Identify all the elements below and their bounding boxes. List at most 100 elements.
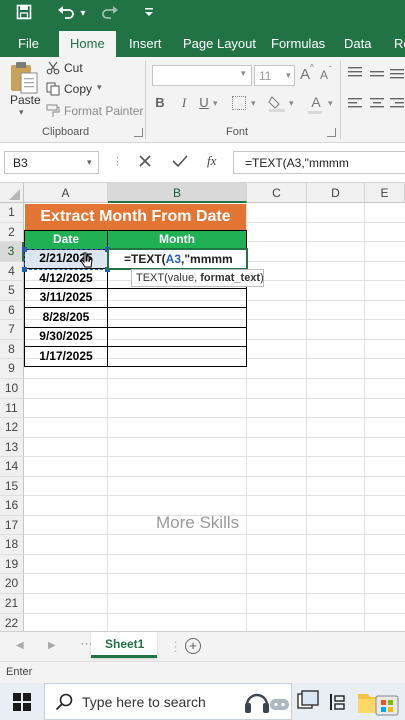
tab-insert[interactable]: Insert	[129, 35, 162, 52]
font-color-dropdown-icon[interactable]: ▾	[328, 98, 333, 109]
cut-button[interactable]: Cut	[64, 61, 83, 75]
row-header[interactable]: 12	[0, 418, 24, 438]
copy-button[interactable]: Copy	[64, 82, 92, 96]
gridline	[24, 397, 405, 399]
font-color-icon[interactable]: A	[308, 94, 324, 112]
tab-data[interactable]: Data	[344, 35, 371, 52]
grow-font-caret-icon: ^	[310, 63, 314, 72]
tab-review[interactable]: Re	[394, 35, 405, 52]
title-bar: ▾	[0, 0, 405, 30]
select-all-corner[interactable]	[0, 183, 24, 203]
next-sheet-icon[interactable]: ▶	[48, 640, 56, 651]
gridline	[24, 436, 405, 438]
clipboard-icon[interactable]	[8, 61, 40, 95]
save-icon[interactable]	[12, 4, 36, 26]
gridline	[24, 417, 405, 419]
insert-function-button[interactable]: fx	[207, 153, 216, 169]
row-header[interactable]: 13	[0, 437, 24, 458]
row-header[interactable]: 7	[0, 320, 24, 340]
undo-icon[interactable]	[54, 4, 78, 26]
row-header[interactable]: 17	[0, 515, 24, 536]
row-header[interactable]: 21	[0, 594, 24, 614]
tab-home[interactable]: Home	[59, 31, 116, 57]
paste-dropdown-icon[interactable]: ▾	[19, 107, 24, 118]
row-header[interactable]: 6	[0, 300, 24, 321]
align-middle-icon[interactable]	[370, 68, 384, 80]
row-header[interactable]: 15	[0, 476, 24, 497]
align-left-icon[interactable]	[348, 97, 362, 109]
row-header[interactable]: 9	[0, 359, 24, 379]
align-top-icon[interactable]	[348, 66, 362, 78]
formula-input[interactable]: =TEXT(A3,"mmmm	[233, 151, 405, 174]
row-header[interactable]: 5	[0, 281, 24, 301]
font-name-dropdown-icon[interactable]: ▾	[241, 68, 246, 79]
redo-icon[interactable]	[98, 4, 122, 26]
sheet-tab-label: Sheet1	[105, 637, 145, 651]
column-header-e[interactable]: E	[365, 183, 405, 203]
column-header-c[interactable]: C	[247, 183, 307, 203]
active-cell-b3[interactable]: =TEXT(A3,"mmmm	[107, 248, 248, 270]
row-header[interactable]: 11	[0, 398, 24, 419]
column-header-d[interactable]: D	[307, 183, 365, 203]
grow-font-button[interactable]: A	[300, 66, 310, 83]
row-header[interactable]: 1	[0, 203, 24, 223]
row-header[interactable]: 2	[0, 222, 24, 243]
borders-icon[interactable]	[232, 96, 246, 110]
row-header[interactable]: 19	[0, 554, 24, 575]
reference-handle[interactable]	[22, 267, 27, 272]
tab-page-layout[interactable]: Page Layout	[183, 35, 256, 52]
taskbar-search-box[interactable]: Type here to search	[44, 683, 292, 720]
task-view-icon[interactable]	[296, 690, 322, 712]
shrink-font-button[interactable]: A	[320, 68, 328, 82]
fill-color-dropdown-icon[interactable]: ▾	[289, 98, 294, 109]
tab-formulas[interactable]: Formulas	[271, 35, 325, 52]
font-launcher-icon[interactable]	[327, 128, 336, 137]
windows-start-icon[interactable]	[13, 693, 31, 711]
row-header[interactable]: 18	[0, 535, 24, 555]
reference-handle[interactable]	[22, 247, 27, 252]
row-header[interactable]: 4	[0, 261, 24, 282]
status-mode: Enter	[6, 666, 33, 678]
align-right-icon[interactable]	[390, 97, 404, 109]
column-header-a[interactable]: A	[24, 183, 108, 203]
prev-sheet-icon[interactable]: ◀	[16, 640, 24, 651]
shrink-font-caret-icon: ˇ	[329, 65, 332, 74]
underline-dropdown-icon[interactable]: ▾	[213, 98, 218, 109]
italic-button[interactable]: I	[176, 95, 192, 111]
row-header[interactable]: 10	[0, 378, 24, 399]
table-border	[24, 327, 247, 328]
align-bottom-icon[interactable]	[390, 66, 404, 79]
row-header[interactable]: 3	[0, 242, 24, 262]
fill-color-icon[interactable]	[268, 94, 286, 112]
gaming-headset-icon[interactable]	[243, 687, 291, 717]
align-center-icon[interactable]	[370, 97, 384, 109]
tab-file[interactable]: File	[18, 35, 39, 52]
cancel-icon[interactable]	[138, 154, 154, 170]
row-header[interactable]: 16	[0, 496, 24, 516]
font-size-select[interactable]: 11 ▾	[254, 65, 295, 86]
bold-button[interactable]: B	[152, 95, 168, 110]
undo-dropdown-icon[interactable]: ▾	[76, 4, 90, 24]
column-header-b[interactable]: B	[108, 183, 247, 203]
underline-button[interactable]: U	[196, 95, 212, 110]
borders-dropdown-icon[interactable]: ▾	[251, 98, 256, 109]
paste-button[interactable]: Paste	[10, 93, 41, 107]
row-header[interactable]: 8	[0, 339, 24, 360]
enter-check-icon[interactable]	[172, 154, 188, 170]
add-sheet-icon[interactable]: +	[185, 638, 201, 654]
font-name-select[interactable]	[152, 65, 252, 86]
customize-icon[interactable]	[141, 4, 157, 24]
widgets-icon[interactable]	[327, 692, 347, 712]
table-title[interactable]: Extract Month From Date	[25, 204, 246, 230]
ribbon-tabs: File Home Insert Page Layout Formulas Da…	[0, 30, 405, 57]
row-header[interactable]: 20	[0, 574, 24, 595]
microsoft-store-icon[interactable]	[372, 690, 402, 716]
copy-dropdown-icon[interactable]: ▾	[97, 82, 102, 93]
sheet-tab-sheet1[interactable]: Sheet1	[91, 632, 157, 658]
name-box[interactable]: B3 ▾	[4, 151, 99, 174]
row-header[interactable]: 14	[0, 457, 24, 477]
gridline	[24, 553, 405, 555]
row-header[interactable]: 22	[0, 613, 24, 631]
clipboard-launcher-icon[interactable]	[134, 128, 143, 137]
format-painter-button[interactable]: Format Painter	[64, 104, 143, 118]
